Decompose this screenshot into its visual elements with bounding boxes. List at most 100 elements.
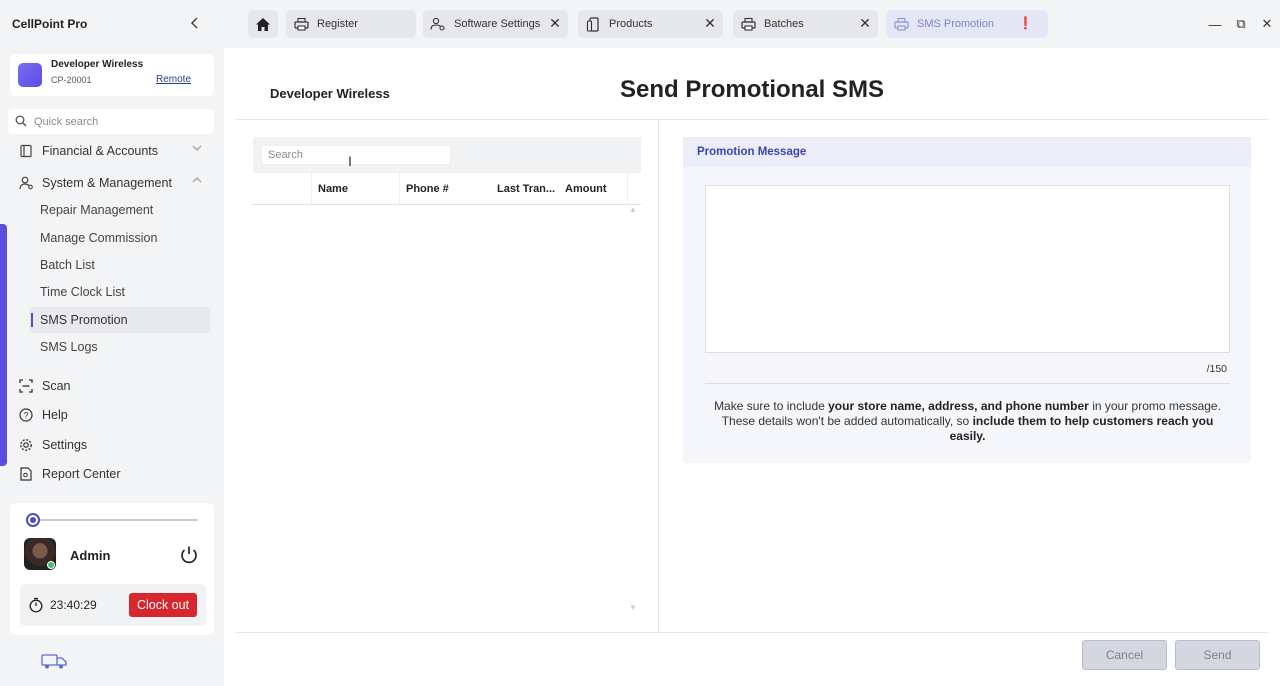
tab-register[interactable]: Register	[286, 10, 416, 38]
nav-scan-label: Scan	[42, 379, 71, 393]
scroll-up-icon[interactable]: ▲	[629, 205, 637, 214]
store-header: Developer Wireless	[270, 86, 390, 101]
gear-icon	[18, 437, 34, 453]
nav-system-management[interactable]: System & Management	[10, 171, 214, 195]
nav-scan[interactable]: Scan	[10, 374, 214, 398]
tab-sms-promotion[interactable]: SMS Promotion ❗	[886, 10, 1048, 38]
column-spacer	[627, 173, 641, 205]
clock-time: 23:40:29	[50, 598, 97, 612]
close-icon[interactable]: ✕	[703, 16, 717, 30]
nav-settings[interactable]: Settings	[10, 433, 214, 457]
status-slider-track[interactable]	[26, 519, 198, 521]
promotion-message-input[interactable]	[705, 185, 1230, 353]
promotion-header: Promotion Message	[683, 137, 1251, 167]
tab-register-label: Register	[317, 18, 358, 30]
user-name: Admin	[70, 548, 111, 563]
printer-icon	[740, 16, 756, 32]
close-icon[interactable]: ✕	[858, 16, 872, 30]
chevron-down-icon	[192, 143, 204, 157]
sidebar-item-time-clock-list[interactable]: Time Clock List	[30, 279, 210, 305]
close-window-button[interactable]: ✕	[1254, 14, 1280, 34]
close-icon[interactable]: ❗	[1018, 16, 1033, 30]
printer-icon	[893, 16, 909, 32]
send-button[interactable]: Send	[1175, 640, 1260, 670]
help-icon: ?	[18, 407, 34, 423]
sidebar-item-repair-management[interactable]: Repair Management	[30, 197, 210, 223]
nav-report-center[interactable]: Report Center	[10, 462, 214, 486]
tab-products[interactable]: Products ✕	[578, 10, 723, 38]
sidebar-accent-bar	[0, 224, 7, 466]
minimize-button[interactable]: —	[1202, 14, 1228, 34]
restore-button[interactable]: ⧉	[1228, 14, 1254, 34]
column-phone[interactable]: Phone #	[399, 173, 491, 205]
char-count: /150	[1206, 363, 1227, 375]
report-icon	[18, 466, 34, 482]
column-select[interactable]	[253, 173, 311, 205]
cancel-button[interactable]: Cancel	[1082, 640, 1167, 670]
tab-batches[interactable]: Batches ✕	[733, 10, 878, 38]
promotion-title: Promotion Message	[697, 146, 807, 158]
clock-out-button[interactable]: Clock out	[129, 593, 197, 617]
customer-scrollbar[interactable]: ▲ ▼	[627, 205, 639, 612]
footer-divider	[236, 632, 1268, 633]
note-bold-2: include them to help customers reach you…	[949, 414, 1214, 443]
customer-toolbar: I	[253, 137, 641, 173]
sidebar-item-sms-logs[interactable]: SMS Logs	[30, 334, 210, 360]
delivery-truck-icon[interactable]	[40, 652, 68, 670]
column-name[interactable]: Name	[311, 173, 399, 205]
tab-bar: Register Software Settings ✕ Products ✕ …	[224, 0, 1280, 48]
sidebar-item-batch-list[interactable]: Batch List	[30, 252, 210, 278]
phone-icon	[585, 16, 601, 32]
home-tab[interactable]	[248, 10, 278, 38]
nav-financial-accounts[interactable]: Financial & Accounts	[10, 139, 214, 163]
scroll-down-icon[interactable]: ▼	[629, 603, 637, 612]
nav-system-label: System & Management	[42, 176, 172, 190]
collapse-sidebar-button[interactable]	[186, 14, 204, 34]
avatar[interactable]	[24, 538, 56, 570]
power-button[interactable]	[178, 544, 200, 566]
store-card: Developer Wireless CP-20001 Remote	[10, 54, 214, 96]
store-name: Developer Wireless	[51, 59, 144, 70]
promotion-panel: Promotion Message /150 Make sure to incl…	[683, 137, 1251, 463]
page-title: Send Promotional SMS	[620, 76, 885, 103]
store-id: CP-20001	[51, 75, 92, 85]
note-text-1: Make sure to include	[714, 399, 829, 413]
tab-software-settings-label: Software Settings	[454, 18, 541, 30]
user-gear-icon	[18, 175, 34, 191]
column-last-transaction[interactable]: Last Tran...	[491, 173, 559, 205]
quick-search-input[interactable]	[34, 113, 209, 130]
tab-batches-label: Batches	[764, 18, 804, 30]
online-status-dot	[47, 561, 55, 569]
tab-products-label: Products	[609, 18, 653, 30]
customer-table-header: Name Phone # Last Tran... Amount	[253, 173, 641, 205]
nav-help[interactable]: ? Help	[10, 403, 214, 427]
customer-search-input[interactable]	[261, 145, 451, 165]
chevron-up-icon	[192, 175, 204, 189]
status-slider-knob[interactable]	[26, 513, 40, 527]
sidebar-item-sms-promotion[interactable]: SMS Promotion	[30, 307, 210, 333]
promotion-divider	[705, 383, 1230, 384]
home-icon	[256, 17, 270, 31]
customer-panel: I Name Phone # Last Tran... Amount ▲ ▼	[253, 137, 641, 612]
quick-search	[8, 109, 214, 134]
header-divider	[236, 119, 1268, 120]
ledger-icon	[18, 143, 34, 159]
store-logo	[18, 63, 42, 87]
nav-settings-label: Settings	[42, 438, 88, 452]
svg-text:?: ?	[23, 411, 28, 421]
window-controls: — ⧉ ✕	[1202, 14, 1280, 34]
app-title: CellPoint Pro	[12, 17, 88, 31]
nav-financial-label: Financial & Accounts	[42, 144, 159, 158]
main-content: Developer Wireless Send Promotional SMS …	[224, 48, 1280, 686]
column-amount[interactable]: Amount	[559, 173, 627, 205]
nav-help-label: Help	[42, 408, 68, 422]
printer-icon	[293, 16, 309, 32]
promotion-note: Make sure to include your store name, ad…	[705, 399, 1230, 444]
sidebar-item-manage-commission[interactable]: Manage Commission	[30, 225, 210, 251]
close-icon[interactable]: ✕	[548, 16, 562, 30]
user-card: Admin 23:40:29 Clock out	[10, 503, 214, 635]
power-icon	[181, 546, 197, 564]
remote-link[interactable]: Remote	[156, 74, 191, 85]
chevron-left-icon	[190, 17, 198, 29]
tab-software-settings[interactable]: Software Settings ✕	[423, 10, 568, 38]
